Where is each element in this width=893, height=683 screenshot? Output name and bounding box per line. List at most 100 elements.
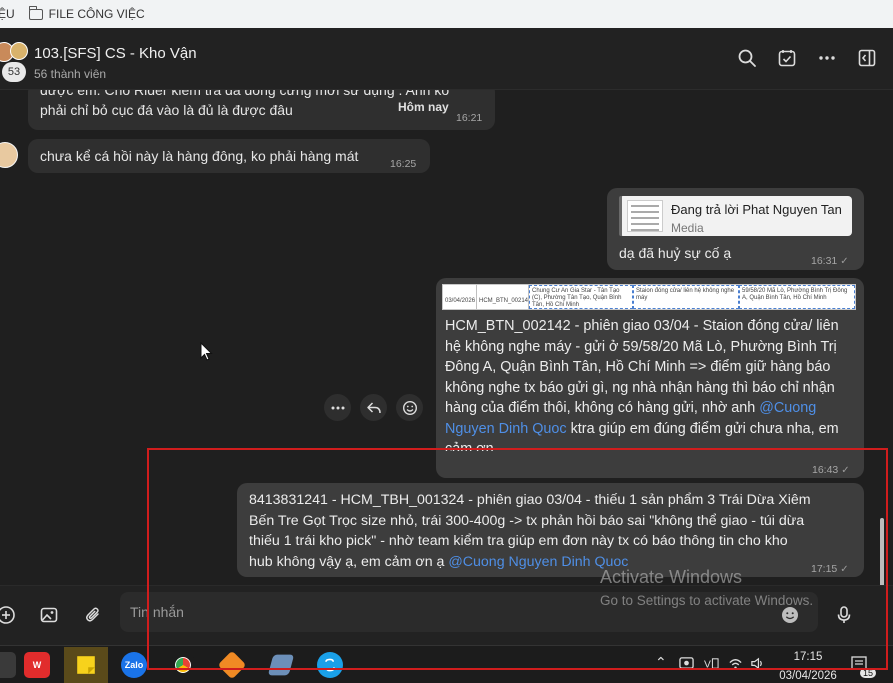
date-label: Hôm nay bbox=[398, 100, 449, 114]
avatar[interactable] bbox=[0, 142, 18, 168]
sent-check-icon: ✓ bbox=[840, 564, 849, 575]
mention-link[interactable]: @Cuong bbox=[759, 400, 816, 416]
mouse-cursor-icon bbox=[200, 342, 213, 361]
volume-icon[interactable] bbox=[750, 656, 765, 674]
taskbar: W Zalo ⌃ V 17:15 03/04/2026 15 bbox=[0, 645, 893, 683]
member-count[interactable]: 56 thành viên bbox=[34, 67, 106, 81]
message-text: hub không vậy ạ, em cảm ơn ạ bbox=[249, 553, 449, 570]
message-list[interactable]: được em. Cho Rider kiểm tra đá đông cứng… bbox=[0, 90, 893, 585]
wifi-icon[interactable] bbox=[728, 656, 743, 674]
message-text: HCM_BTN_002142 - phiên giao 03/04 - Stai… bbox=[445, 318, 839, 334]
system-clock[interactable]: 17:15 03/04/2026 bbox=[778, 649, 838, 683]
app-icon-blue-pen[interactable] bbox=[267, 654, 295, 676]
add-icon[interactable] bbox=[0, 601, 20, 629]
zalo-icon[interactable]: Zalo bbox=[121, 652, 147, 678]
reply-subtitle: Media bbox=[671, 221, 704, 235]
sheet-cell: Chung Cư An Gia Star - Tân Tạo (C), Phườ… bbox=[529, 285, 633, 309]
message-time: 16:43 ✓ bbox=[812, 460, 850, 481]
todo-icon[interactable] bbox=[777, 48, 797, 68]
message-time-value: 16:31 bbox=[811, 255, 838, 267]
header-actions bbox=[737, 48, 877, 68]
message-text: Đông A, Quận Bình Tân, Hồ Chí Minh => đi… bbox=[445, 359, 831, 375]
message-bubble-outgoing[interactable]: 03/04/2026 HCM_BTN_002142 Chung Cư An Gi… bbox=[436, 278, 864, 478]
message-text: 8413831241 - HCM_TBH_001324 - phiên giao… bbox=[249, 492, 811, 508]
wps-office-icon[interactable]: W bbox=[24, 652, 50, 678]
message-text-line: hàng của điểm thôi, không có hàng gửi, n… bbox=[445, 398, 859, 419]
reply-title: Đang trả lời Phat Nguyen Tan bbox=[671, 202, 842, 217]
bookmark-label: ỆU bbox=[0, 7, 15, 21]
bookmarks-bar: ỆU FILE CÔNG VIỆC bbox=[0, 0, 893, 28]
message-time: 16:25 bbox=[390, 158, 417, 170]
message-input[interactable] bbox=[120, 592, 818, 632]
quoted-reply[interactable]: Đang trả lời Phat Nguyen Tan Media bbox=[619, 196, 852, 236]
reply-accent-bar bbox=[619, 196, 622, 236]
reply-thumbnail bbox=[627, 200, 663, 232]
chevron-up-icon[interactable]: ⌃ bbox=[655, 654, 667, 671]
sidebar-toggle-icon[interactable] bbox=[857, 48, 877, 68]
sent-check-icon: ✓ bbox=[841, 465, 850, 476]
language-icon[interactable]: V bbox=[704, 656, 719, 674]
message-time: 16:21 bbox=[456, 112, 483, 124]
notification-count-badge: 15 bbox=[860, 668, 877, 678]
message-time: 17:15 ✓ bbox=[811, 559, 849, 580]
message-text: cảm ơn bbox=[445, 441, 494, 451]
taskbar-app-icon[interactable] bbox=[0, 652, 16, 678]
message-text: Bến Tre Gọt Trọc size nhỏ, trái 300-400g… bbox=[249, 512, 805, 529]
clock-time: 17:15 bbox=[793, 651, 823, 663]
svg-text:V: V bbox=[704, 659, 711, 670]
chat-app: 53 103.[SFS] CS - Kho Vận 56 thành viên … bbox=[0, 28, 893, 645]
message-bubble-outgoing[interactable]: 8413831241 - HCM_TBH_001324 - phiên giao… bbox=[237, 483, 864, 577]
message-text-line: hub không vậy ạ, em cảm ơn ạ @Cuong Nguy… bbox=[249, 552, 859, 573]
scrollbar-thumb[interactable] bbox=[880, 518, 884, 585]
message-body: HCM_BTN_002142 - phiên giao 03/04 - Stai… bbox=[445, 316, 859, 451]
search-icon[interactable] bbox=[737, 48, 757, 68]
react-icon[interactable] bbox=[396, 394, 423, 421]
message-bubble-incoming[interactable]: được em. Cho Rider kiểm tra đá đông cứng… bbox=[28, 90, 495, 130]
sent-check-icon: ✓ bbox=[840, 256, 849, 267]
message-text: dạ đã huỷ sự cố ạ bbox=[619, 245, 732, 261]
message-text: được em. Cho Rider kiểm tra đá đông cứng… bbox=[40, 90, 450, 98]
reply-icon[interactable] bbox=[360, 394, 387, 421]
chat-header: 53 103.[SFS] CS - Kho Vận 56 thành viên bbox=[0, 28, 893, 90]
image-icon[interactable] bbox=[35, 601, 63, 629]
sheet-cell: 03/04/2026 bbox=[443, 285, 477, 309]
message-text: ktra giúp em đúng điểm gửi chưa nha, em bbox=[566, 420, 839, 437]
bookmark-label: FILE CÔNG VIỆC bbox=[48, 7, 145, 21]
mic-icon[interactable] bbox=[830, 601, 858, 629]
message-text: hàng của điểm thôi, không có hàng gửi, n… bbox=[445, 400, 760, 416]
message-body: 8413831241 - HCM_TBH_001324 - phiên giao… bbox=[249, 490, 859, 572]
bookmark-item[interactable]: ỆU bbox=[0, 7, 15, 21]
more-icon[interactable] bbox=[324, 394, 351, 421]
message-time-value: 16:43 bbox=[812, 464, 839, 476]
sticky-notes-icon[interactable] bbox=[64, 647, 108, 683]
attach-icon[interactable] bbox=[79, 601, 107, 629]
message-time-value: 17:15 bbox=[811, 563, 838, 575]
message-time: 16:31 ✓ bbox=[811, 251, 849, 272]
message-text: phải chỉ bỏ cục đá vào là đủ là được đâu bbox=[40, 102, 293, 118]
message-hover-actions bbox=[324, 394, 423, 421]
emoji-icon[interactable] bbox=[776, 601, 804, 629]
folder-icon bbox=[28, 5, 43, 20]
network-status-icon[interactable] bbox=[679, 656, 694, 674]
message-text: thiếu 1 trái kho pick" - nhờ team kiểm t… bbox=[249, 533, 788, 549]
message-bubble-incoming[interactable]: chưa kể cá hồi này là hàng đông, ko phải… bbox=[28, 139, 430, 173]
chat-title[interactable]: 103.[SFS] CS - Kho Vận bbox=[34, 45, 197, 62]
spreadsheet-screenshot[interactable]: 03/04/2026 HCM_BTN_002142 Chung Cư An Gi… bbox=[442, 284, 856, 310]
more-icon[interactable] bbox=[817, 48, 837, 68]
mention-link[interactable]: @Cuong Nguyen Dinh Quoc bbox=[448, 554, 628, 570]
clock-date: 03/04/2026 bbox=[779, 670, 837, 682]
avatar bbox=[10, 42, 28, 60]
app-icon-orange[interactable] bbox=[217, 650, 247, 680]
composer-bar bbox=[0, 585, 893, 645]
skype-icon[interactable] bbox=[317, 652, 343, 678]
mention-link[interactable]: Nguyen Dinh Quoc bbox=[445, 421, 567, 437]
sheet-cell: 59/58/20 Mã Lò, Phường Bình Trị Đông A, … bbox=[739, 285, 855, 309]
sheet-cell: HCM_BTN_002142 bbox=[477, 285, 529, 309]
chrome-icon[interactable] bbox=[170, 652, 196, 678]
member-count-badge: 53 bbox=[2, 62, 26, 82]
message-text: chưa kể cá hồi này là hàng đông, ko phải… bbox=[40, 148, 359, 164]
bookmark-file-cong-viec[interactable]: FILE CÔNG VIỆC bbox=[28, 5, 145, 21]
message-bubble-outgoing[interactable]: Đang trả lời Phat Nguyen Tan Media dạ đã… bbox=[607, 188, 864, 270]
group-avatar[interactable]: 53 bbox=[0, 42, 30, 82]
message-text: hệ không nghe máy - gửi ở 59/58/20 Mã Lò… bbox=[445, 338, 837, 355]
